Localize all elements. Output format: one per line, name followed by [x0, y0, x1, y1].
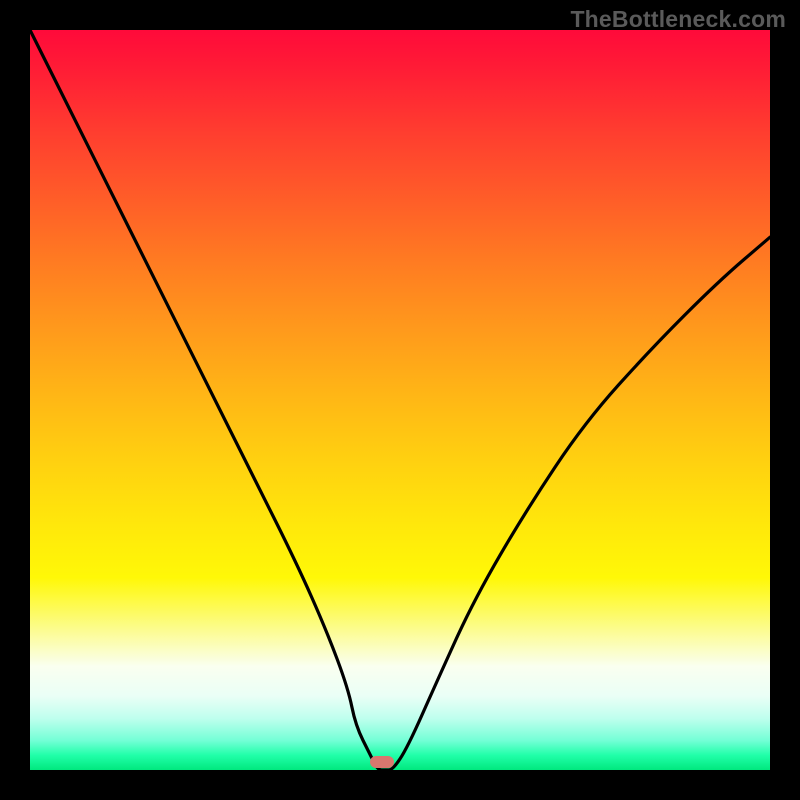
watermark-text: TheBottleneck.com: [570, 6, 786, 33]
chart-frame: TheBottleneck.com: [0, 0, 800, 800]
optimum-marker: [370, 756, 394, 768]
bottleneck-curve: [30, 30, 770, 770]
curve-path: [30, 30, 770, 770]
plot-area: [30, 30, 770, 770]
